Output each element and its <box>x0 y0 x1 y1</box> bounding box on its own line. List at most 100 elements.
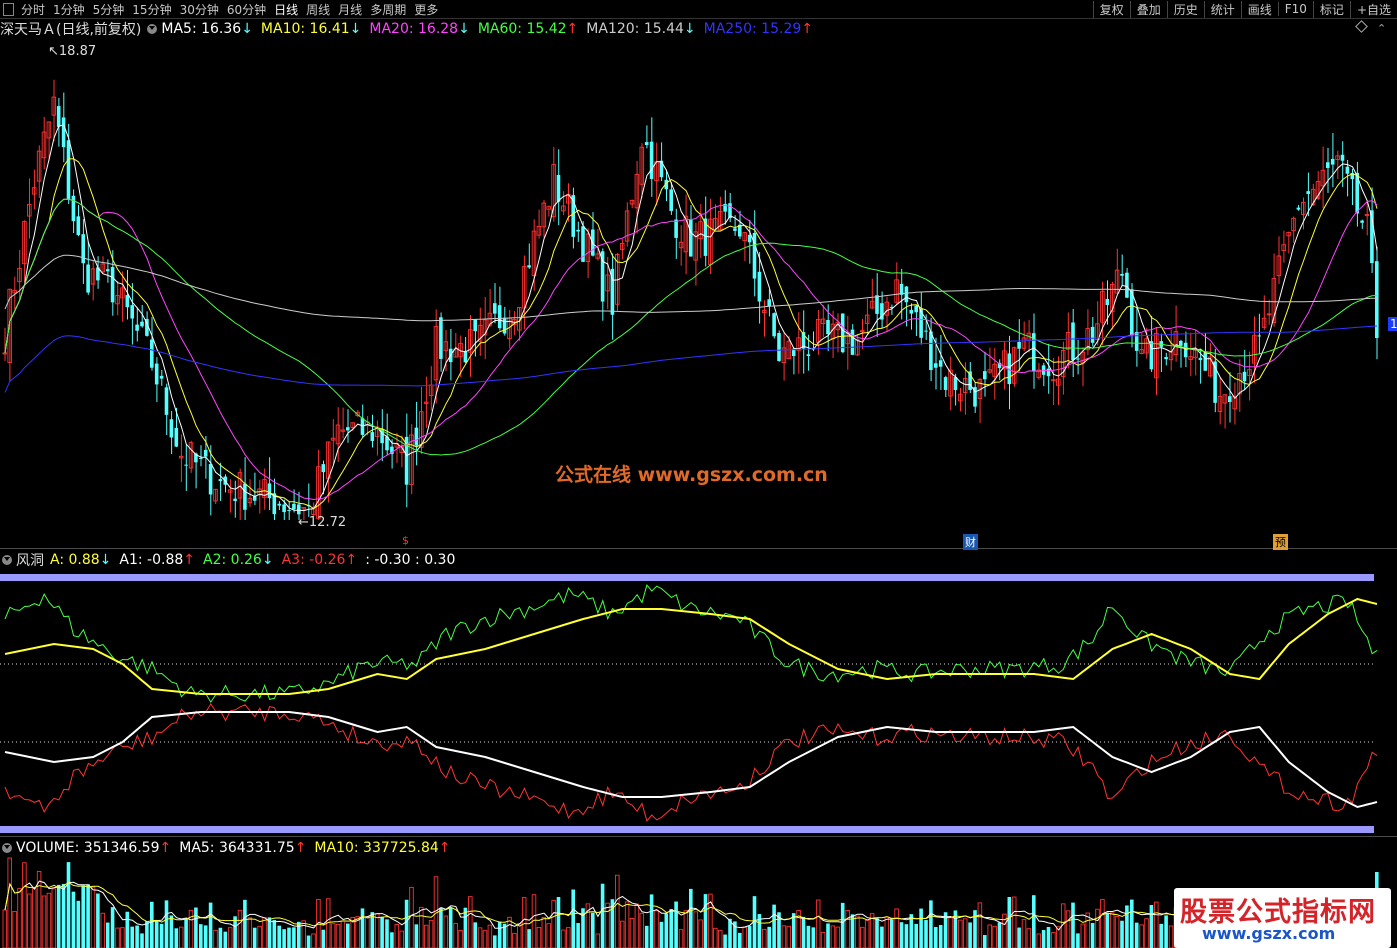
volume-bar <box>223 931 228 948</box>
chevron-up-icon[interactable]: ⌃ <box>1377 22 1386 35</box>
volume-bar <box>262 917 267 948</box>
volume-bar <box>536 927 542 948</box>
candle-body <box>282 504 286 513</box>
volume-bar <box>150 901 154 948</box>
volume-bar <box>551 899 556 948</box>
volume-bar <box>929 900 933 948</box>
volume-bar <box>1090 923 1095 948</box>
candle-body <box>86 264 90 293</box>
volume-bar <box>365 916 370 948</box>
event-tag-dividend[interactable]: $ <box>400 534 411 547</box>
volume-bar <box>1144 918 1149 948</box>
candle-body <box>473 319 477 332</box>
price-chart[interactable] <box>2 79 1379 520</box>
a1-line <box>4 711 1378 809</box>
candle-body <box>1017 341 1021 349</box>
candle-body <box>649 141 654 179</box>
volume-bar <box>46 892 52 948</box>
volume-bar <box>1105 912 1110 948</box>
volume-bar <box>340 920 346 948</box>
candle-body <box>1046 368 1051 377</box>
volume-bar <box>713 927 718 948</box>
volume-bar <box>120 927 125 948</box>
volume-bar <box>419 906 424 948</box>
volume-bar <box>693 911 698 948</box>
volume-bar <box>664 913 669 948</box>
volume-bar <box>423 924 429 948</box>
volume-bar <box>527 929 531 948</box>
ma-legend-2: MA20: 16.28↓ <box>369 21 470 37</box>
volume-bar <box>233 916 237 948</box>
ma-indicators: MA5: 16.36↓ MA10: 16.41↓ MA20: 16.28↓ MA60:… <box>161 21 821 37</box>
candle-body <box>277 503 281 506</box>
volume-bar <box>1100 899 1105 948</box>
candle-body <box>943 377 948 390</box>
volume-bar <box>1134 922 1139 948</box>
volume-chart[interactable] <box>2 857 1379 948</box>
volume-bar <box>56 884 61 948</box>
candle-body <box>1257 335 1261 337</box>
volume-bar <box>306 935 311 948</box>
candle-body <box>1183 342 1188 358</box>
volume-bar <box>477 927 483 948</box>
volume-bar <box>703 894 708 948</box>
volume-bar <box>689 888 693 948</box>
volume-bar <box>1065 910 1071 948</box>
volume-bar <box>801 916 806 948</box>
volume-bar <box>983 935 987 948</box>
dropdown-icon[interactable] <box>147 24 158 34</box>
volume-bar <box>517 923 522 948</box>
volume-bar <box>938 925 943 948</box>
candle-body <box>140 321 144 327</box>
divider-main[interactable] <box>0 548 1397 549</box>
volume-bar <box>1041 930 1046 948</box>
candle-body <box>1296 207 1301 210</box>
dropdown-icon[interactable] <box>2 555 12 565</box>
volume-bar <box>247 917 253 948</box>
candle-body <box>929 331 933 371</box>
dropdown-icon[interactable] <box>2 843 12 853</box>
event-tag-forecast[interactable]: 预 <box>1273 534 1288 550</box>
candle-body <box>1105 298 1110 306</box>
candle-body <box>840 313 845 353</box>
candle-body <box>1228 396 1232 403</box>
fengdong-indicator-chart[interactable] <box>0 574 1378 833</box>
indicator-legend: 风洞 A: 0.88↓ A1: -0.88↑ A2: 0.26↓ A3: -0.26↑… <box>0 551 463 569</box>
volume-bar <box>1080 923 1086 948</box>
candle-body <box>184 464 188 466</box>
volume-bar <box>100 912 106 948</box>
volume-bar <box>385 919 389 948</box>
osc-legend-3: A3: -0.26↑ <box>281 552 358 568</box>
volume-bar <box>678 929 684 948</box>
volume-bar <box>81 885 85 948</box>
candle-body <box>669 189 673 211</box>
volume-bar <box>1095 908 1100 948</box>
candle-body <box>1071 322 1075 361</box>
candle-body <box>1330 158 1335 165</box>
volume-bar <box>125 911 130 948</box>
candle-body <box>135 324 139 331</box>
event-tag-finance[interactable]: 财 <box>963 534 978 550</box>
volume-bar <box>76 900 81 948</box>
candle-body <box>208 463 213 495</box>
divider-indicator[interactable] <box>0 836 1397 837</box>
volume-bar <box>174 928 179 948</box>
volume-bar <box>659 921 664 948</box>
volume-bar <box>1120 920 1124 948</box>
volume-bar <box>968 922 972 948</box>
candle-body <box>243 483 247 510</box>
volume-bar <box>360 908 365 948</box>
volume-bar <box>51 888 57 948</box>
candle-body <box>1120 273 1124 276</box>
osc-legend-arrow-2: ↓ <box>261 552 274 568</box>
volume-bar <box>521 897 527 948</box>
candle-body <box>1164 357 1168 360</box>
candle-body <box>1134 331 1139 351</box>
volume-bar <box>380 916 384 948</box>
volume-bar <box>639 912 645 948</box>
candle-body <box>159 375 164 379</box>
candle-body <box>733 228 737 231</box>
candle-body <box>61 117 66 148</box>
volume-bar <box>17 888 22 948</box>
volume-bar <box>428 919 434 948</box>
